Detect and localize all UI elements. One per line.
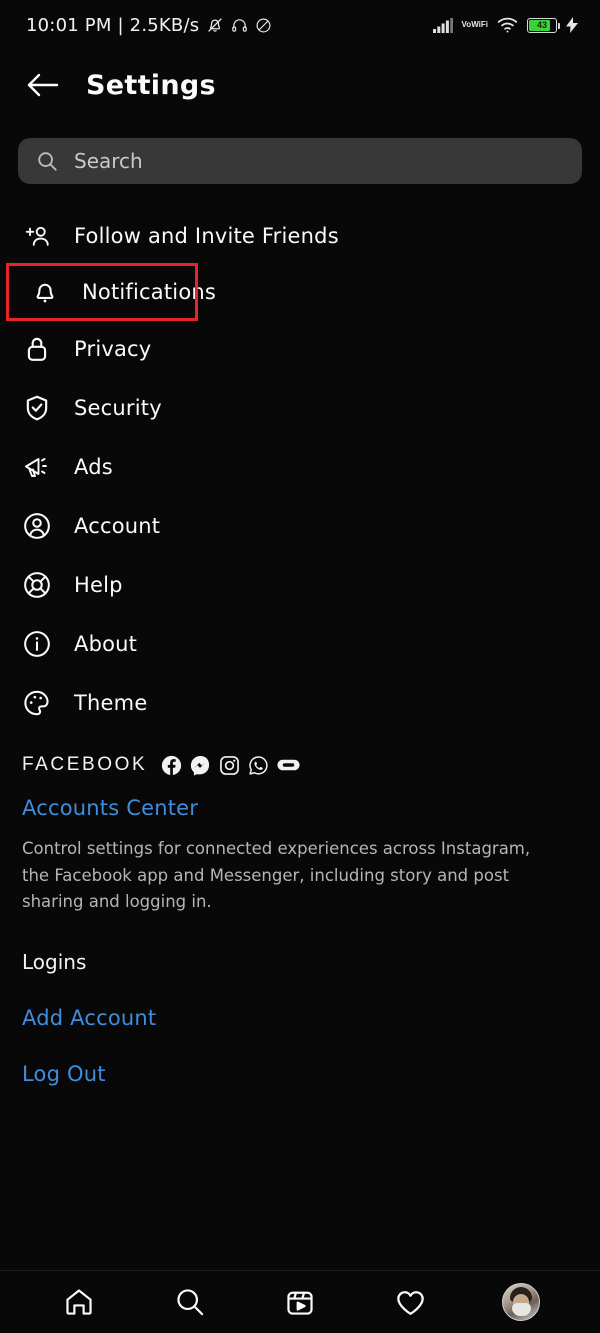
megaphone-icon [22,452,52,482]
facebook-heading: FACEBOOK [22,754,148,775]
lifebuoy-icon [22,570,52,600]
palette-icon [22,688,52,718]
nav-search-icon[interactable] [162,1276,218,1328]
avatar-mask [511,1303,531,1316]
bell-icon [30,277,60,307]
status-bar-left: 10:01 PM | 2.5KB/s [26,15,272,36]
menu-item-label: Ads [74,454,113,479]
headphone-icon [231,17,248,34]
search-section: Search [0,120,600,184]
charging-bolt-icon [566,17,578,33]
brand-icons-row [161,755,300,776]
menu-item-label: About [74,631,138,656]
volte-line-2: WiFi [471,20,488,29]
log-out-link[interactable]: Log Out [22,1062,578,1086]
search-input[interactable]: Search [18,138,582,184]
volte-line-1: Vo [461,20,472,29]
messenger-icon [190,755,211,776]
info-circle-icon [22,629,52,659]
page-title: Settings [86,69,216,101]
menu-item-theme[interactable]: Theme [0,673,600,732]
lock-icon [22,334,52,364]
signal-bars-icon [432,17,453,33]
add-account-link[interactable]: Add Account [22,1006,578,1030]
wifi-icon [497,17,518,33]
bottom-navigation-bar [0,1270,600,1333]
menu-item-label: Notifications [82,280,217,304]
menu-item-notifications[interactable]: Notifications [6,263,216,321]
back-arrow-icon[interactable] [26,72,60,98]
accounts-center-link[interactable]: Accounts Center [22,796,198,820]
menu-item-privacy[interactable]: Privacy [0,319,600,378]
menu-item-label: Help [74,572,123,597]
menu-item-label: Theme [74,690,148,715]
menu-item-about[interactable]: About [0,614,600,673]
nav-reels-icon[interactable] [272,1276,328,1328]
search-placeholder: Search [74,149,143,173]
volte-wifi-icon: Vo WiFi [462,21,488,29]
nav-profile-avatar[interactable] [493,1276,549,1328]
instagram-settings-screen: 10:01 PM | 2.5KB/s Vo WiFi 43 Settings S… [0,0,600,1333]
menu-item-ads[interactable]: Ads [0,437,600,496]
facebook-section: FACEBOOK Accounts Center Control setting… [0,732,600,1086]
facebook-description: Control settings for connected experienc… [22,839,531,912]
logins-heading: Logins [22,950,87,975]
avatar [501,1283,540,1321]
facebook-heading-row: FACEBOOK [22,754,578,776]
menu-item-label: Follow and Invite Friends [74,223,339,248]
menu-item-label: Security [74,395,162,420]
dnd-icon [255,17,272,34]
page-header: Settings [0,50,600,120]
nav-home-icon[interactable] [51,1276,107,1328]
menu-item-help[interactable]: Help [0,555,600,614]
menu-item-label: Account [74,513,161,538]
account-circle-icon [22,511,52,541]
add-person-icon [22,221,52,251]
battery-percent-label: 43 [536,20,547,30]
oculus-icon [277,756,300,774]
mute-bell-icon [206,16,224,34]
shield-check-icon [22,393,52,423]
menu-item-account[interactable]: Account [0,496,600,555]
settings-menu: Follow and Invite Friends Notifications … [0,184,600,732]
menu-item-follow-invite-friends[interactable]: Follow and Invite Friends [0,206,600,265]
battery-icon: 43 [527,17,560,33]
search-icon [36,150,58,172]
menu-item-label: Privacy [74,336,152,361]
status-time-network: 10:01 PM | 2.5KB/s [26,14,200,36]
status-bar: 10:01 PM | 2.5KB/s Vo WiFi 43 [0,0,600,50]
facebook-icon [161,755,182,776]
instagram-icon [219,755,240,776]
whatsapp-icon [248,755,269,776]
menu-item-security[interactable]: Security [0,378,600,437]
nav-heart-icon[interactable] [382,1276,438,1328]
status-bar-right: Vo WiFi 43 [432,17,578,33]
